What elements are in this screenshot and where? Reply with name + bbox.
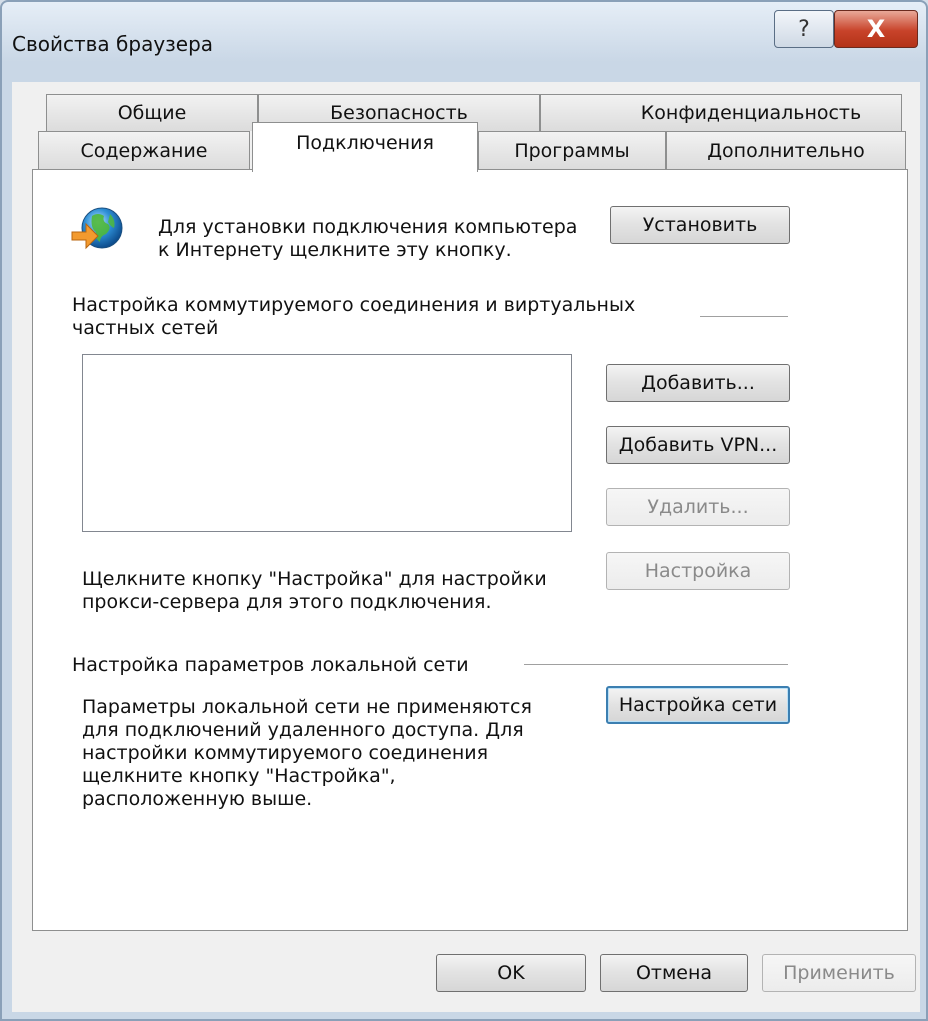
help-button[interactable]: ? [774,10,834,48]
connections-panel [32,169,908,931]
window-title: Свойства браузера [12,32,214,56]
dialog-window: Свойства браузера ? X Общие Безопасность… [0,0,928,1021]
tab-connections[interactable]: Подключения [252,122,478,172]
close-icon: X [866,15,886,43]
tab-advanced[interactable]: Дополнительно [666,131,906,169]
title-bar[interactable]: Свойства браузера ? X [2,2,926,80]
tab-general[interactable]: Общие [46,94,258,131]
tab-content[interactable]: Содержание [38,131,250,169]
close-button[interactable]: X [834,10,918,48]
tab-programs[interactable]: Программы [478,131,666,169]
help-icon: ? [798,16,810,42]
tab-privacy[interactable]: Конфиденциальность [540,94,902,131]
